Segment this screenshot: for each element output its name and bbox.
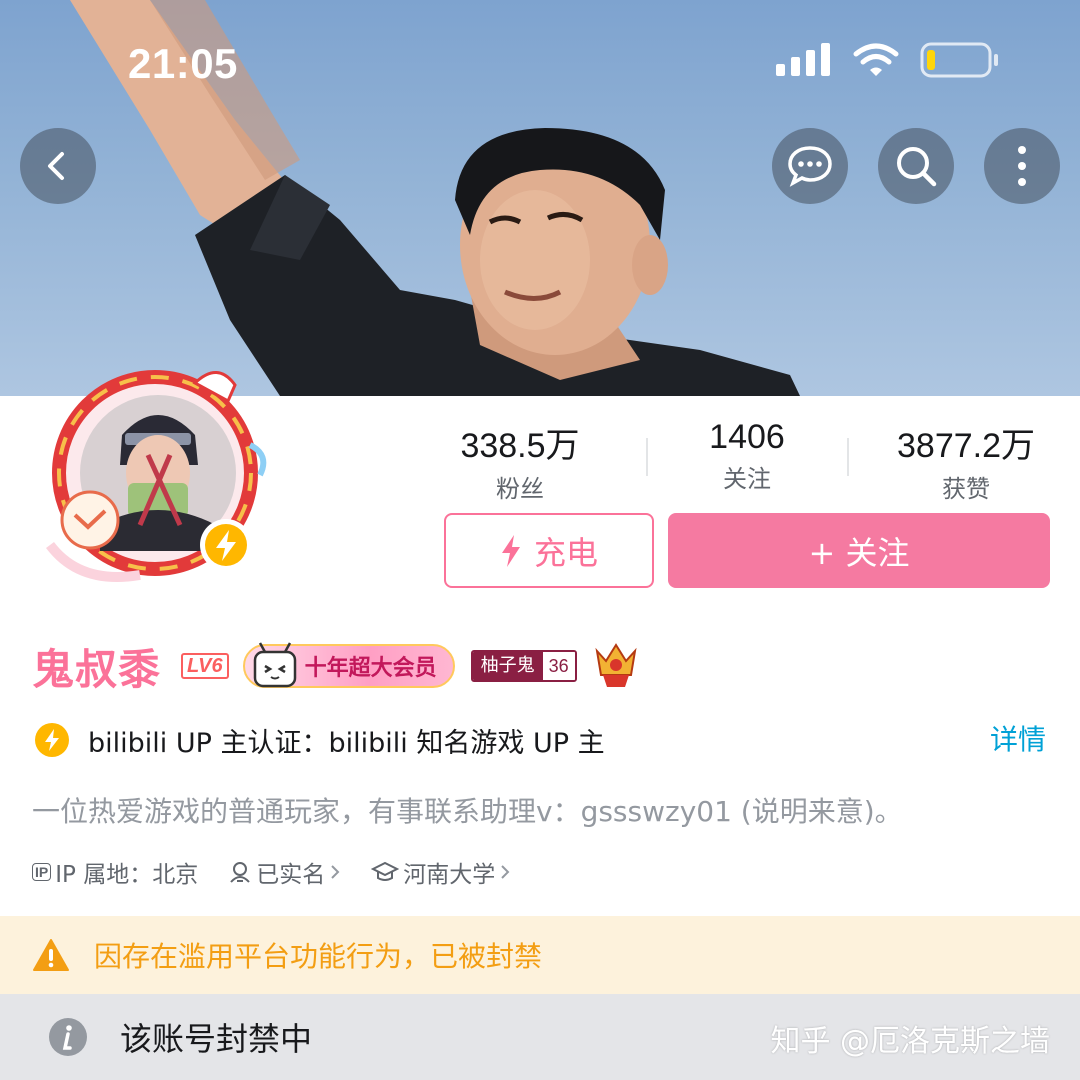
status-icons xyxy=(776,42,1000,78)
following-label: 关注 xyxy=(723,465,771,493)
wifi-icon xyxy=(853,43,899,76)
username: 鬼叔黍 xyxy=(32,644,162,694)
vip-badge[interactable]: 十年超大会员 xyxy=(242,642,455,688)
graduation-cap-icon xyxy=(371,861,400,881)
chat-bubble-icon xyxy=(788,146,832,187)
realname-item[interactable]: 已实名 xyxy=(228,855,341,889)
fan-medal-name: 柚子鬼 xyxy=(472,652,543,680)
ban-warning-text: 因存在滥用平台功能行为，已被封禁 xyxy=(94,940,543,973)
follow-button[interactable]: + 关注 xyxy=(668,513,1050,588)
fans-count: 338.5万 xyxy=(460,427,580,465)
chevron-left-icon xyxy=(48,152,64,180)
stat-likes[interactable]: 3877.2万 获赞 xyxy=(866,418,1066,504)
verification-detail-link[interactable]: 详情 xyxy=(990,718,1046,758)
charge-button[interactable]: 充电 xyxy=(444,513,654,588)
likes-count: 3877.2万 xyxy=(897,427,1035,465)
avatar[interactable] xyxy=(30,355,280,595)
meta-row: IP IP 属地：北京 已实名 河南大学 xyxy=(32,852,541,892)
cellular-signal-icon xyxy=(776,43,830,76)
realname-icon xyxy=(230,862,250,883)
name-row: 鬼叔黍 LV6 十年超大会员 柚子鬼 36 xyxy=(32,636,641,696)
more-vertical-icon xyxy=(1018,146,1026,186)
school-label: 河南大学 xyxy=(403,862,496,888)
up-verified-badge-icon xyxy=(200,519,252,571)
following-count: 1406 xyxy=(709,418,785,456)
info-icon xyxy=(49,1018,87,1056)
stat-divider xyxy=(847,438,849,476)
warning-triangle-icon xyxy=(33,939,69,971)
up-verified-icon xyxy=(35,723,69,757)
ip-location-label: IP 属地：北京 xyxy=(55,862,199,888)
status-time: 21:05 xyxy=(128,40,238,87)
charge-label: 充电 xyxy=(533,533,598,572)
bio-text: 一位热爱游戏的普通玩家，有事联系助理v：gssswzy01 (说明来意)。 xyxy=(32,795,903,828)
fan-medal[interactable]: 柚子鬼 36 xyxy=(470,650,577,682)
stat-fans[interactable]: 338.5万 粉丝 xyxy=(420,418,620,504)
tv-mascot-icon xyxy=(253,642,296,688)
school-item[interactable]: 河南大学 xyxy=(371,855,511,889)
more-button[interactable] xyxy=(984,128,1060,204)
search-icon xyxy=(897,147,937,187)
follow-label: + 关注 xyxy=(808,533,910,572)
battery-low-icon xyxy=(920,42,998,78)
crown-medal-icon[interactable] xyxy=(591,641,641,691)
vip-label: 十年超大会员 xyxy=(304,656,437,681)
chevron-right-icon xyxy=(331,865,340,879)
verification-text: bilibili UP 主认证：bilibili 知名游戏 UP 主 xyxy=(88,727,605,759)
ip-location: IP IP 属地：北京 xyxy=(32,855,198,889)
account-status-text: 该账号封禁中 xyxy=(120,1020,313,1058)
fan-medal-level: 36 xyxy=(542,652,575,680)
watermark: 知乎 @厄洛克斯之墙 xyxy=(770,1024,1050,1059)
chevron-right-icon xyxy=(501,865,510,879)
verification-row: bilibili UP 主认证：bilibili 知名游戏 UP 主 详情 xyxy=(34,718,1054,762)
back-button[interactable] xyxy=(20,128,96,204)
ban-warning-bar: 因存在滥用平台功能行为，已被封禁 xyxy=(0,916,1080,994)
stats-bar: 338.5万 粉丝 1406 关注 3877.2万 获赞 xyxy=(420,418,1060,503)
fans-label: 粉丝 xyxy=(496,475,544,503)
stat-following[interactable]: 1406 关注 xyxy=(647,418,847,494)
ip-icon: IP xyxy=(32,863,52,881)
level-badge: LV6 xyxy=(181,653,229,679)
profile-banner: 21:05 xyxy=(0,0,1080,396)
lightning-icon xyxy=(501,534,520,567)
search-button[interactable] xyxy=(878,128,954,204)
likes-label: 获赞 xyxy=(942,475,990,503)
realname-label: 已实名 xyxy=(256,862,326,888)
message-button[interactable] xyxy=(772,128,848,204)
